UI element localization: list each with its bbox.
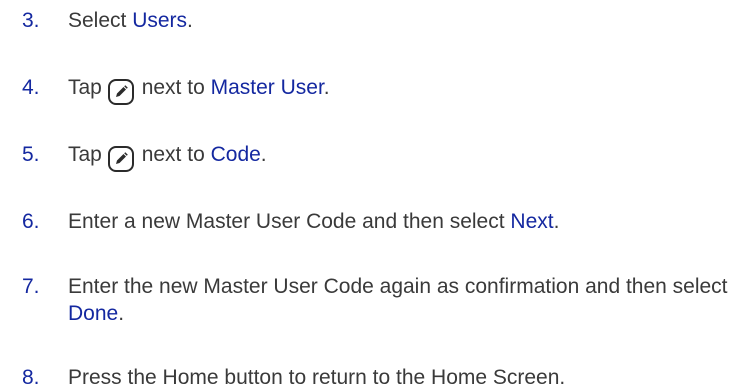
step-5: 5. Tap next to Code. (22, 141, 730, 172)
step-text-after: . (118, 302, 125, 325)
step-text-after: . (187, 9, 193, 32)
step-number: 4. (22, 76, 40, 99)
step-keyword-users: Users (132, 9, 188, 32)
step-4: 4. Tap next to Master User. (22, 74, 730, 105)
step-number: 7. (22, 275, 40, 298)
step-6: 6. Enter a new Master User Code and then… (22, 208, 730, 235)
step-text: Enter the new Master User Code again as … (68, 273, 730, 327)
step-text-before: Select (68, 9, 133, 32)
step-number: 8. (22, 366, 40, 389)
step-text-before: Enter the new Master User Code again as … (68, 275, 728, 298)
step-text-before: Tap (68, 143, 102, 166)
step-number: 6. (22, 210, 40, 233)
step-text-after: . (323, 76, 330, 99)
step-text: Select Users. (68, 7, 730, 34)
step-3: 3. Select Users. (22, 7, 730, 34)
step-7: 7. Enter the new Master User Code again … (22, 273, 730, 327)
step-keyword-master-user: Master User (210, 76, 324, 99)
step-text-before: Tap (68, 76, 102, 99)
instruction-page: 3. Select Users. 4. Tap next to Master U… (0, 0, 734, 392)
pencil-edit-icon (107, 146, 134, 172)
step-text: Tap next to Code. (68, 141, 730, 172)
step-number: 3. (22, 9, 40, 32)
step-keyword-done: Done (68, 302, 119, 325)
step-keyword-next: Next (510, 210, 554, 233)
step-text-middle: next to (141, 143, 211, 166)
step-text: Enter a new Master User Code and then se… (68, 208, 730, 235)
step-keyword-code: Code (210, 143, 261, 166)
step-text-after: . (553, 210, 560, 233)
pencil-edit-icon (107, 79, 134, 105)
step-text: Tap next to Master User. (68, 74, 730, 105)
step-text-after: . (260, 143, 267, 166)
step-8: 8. Press the Home button to return to th… (22, 364, 730, 391)
step-text-before: Enter a new Master User Code and then se… (68, 210, 511, 233)
step-text: Press the Home button to return to the H… (68, 366, 566, 389)
step-text-middle: next to (141, 76, 211, 99)
step-number: 5. (22, 143, 40, 166)
